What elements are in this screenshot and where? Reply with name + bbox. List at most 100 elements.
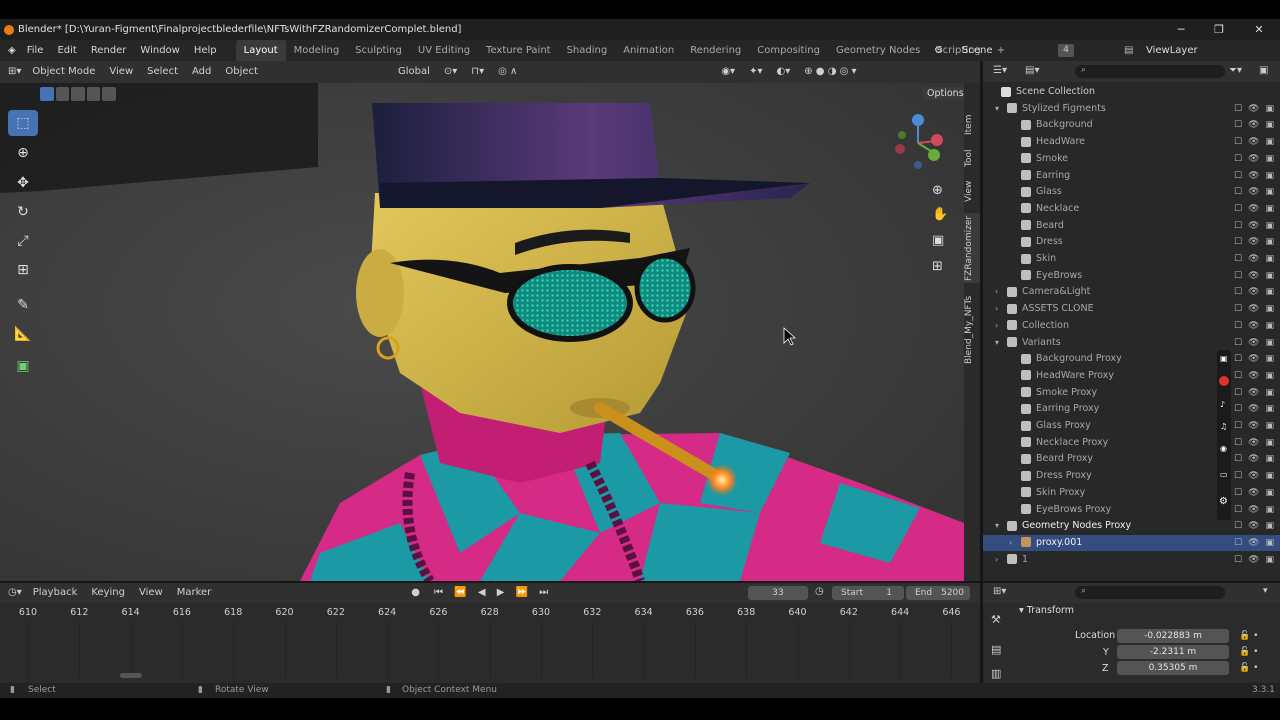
expand-toggle-icon[interactable]: ›: [995, 284, 998, 300]
camera-render-icon[interactable]: ▣: [1265, 552, 1274, 568]
render-tab-icon[interactable]: ▤: [991, 643, 1001, 656]
minimize-button[interactable]: ─: [1162, 19, 1200, 40]
properties-editor-icon[interactable]: ⊞▾: [993, 586, 1006, 597]
expand-toggle-icon[interactable]: ›: [995, 552, 998, 568]
location-x-field[interactable]: -0.022883 m: [1117, 629, 1229, 643]
tab-fzrandomizer[interactable]: FZRandomizer: [964, 213, 980, 283]
camera-render-icon[interactable]: ▣: [1265, 468, 1274, 484]
auto-keying-icon[interactable]: ●: [404, 582, 427, 604]
camera-render-icon[interactable]: ▣: [1265, 318, 1274, 334]
close-button[interactable]: ✕: [1240, 19, 1278, 40]
recorder-screen-icon[interactable]: ▭: [1220, 470, 1228, 479]
eye-icon[interactable]: 👁: [1248, 101, 1259, 117]
measure-tool-icon[interactable]: 📐: [8, 321, 38, 347]
scene-name[interactable]: Scene: [962, 40, 993, 61]
eye-icon[interactable]: 👁: [1248, 385, 1259, 401]
object-menu[interactable]: Object: [218, 61, 265, 83]
exclude-checkbox-icon[interactable]: ☐: [1234, 468, 1242, 484]
recorder-audio-icon[interactable]: ♫: [1220, 422, 1227, 431]
transform-orientation-dropdown[interactable]: Global: [391, 61, 437, 83]
outliner-row[interactable]: Dress ☐ 👁 ▣: [983, 234, 1280, 250]
camera-render-icon[interactable]: ▣: [1265, 284, 1274, 300]
tab-geometry-nodes[interactable]: Geometry Nodes: [828, 40, 928, 61]
maximize-button[interactable]: ❐: [1200, 19, 1238, 40]
tab-tool[interactable]: Tool: [964, 145, 980, 171]
exclude-checkbox-icon[interactable]: ☐: [1234, 184, 1242, 200]
exclude-checkbox-icon[interactable]: ☐: [1234, 101, 1242, 117]
menu-file[interactable]: File: [20, 40, 51, 61]
eye-icon[interactable]: 👁: [1248, 351, 1259, 367]
eye-icon[interactable]: 👁: [1248, 301, 1259, 317]
outliner-row[interactable]: › proxy.001 ☐ 👁 ▣: [983, 534, 1280, 551]
eye-icon[interactable]: 👁: [1248, 284, 1259, 300]
exclude-checkbox-icon[interactable]: ☐: [1234, 117, 1242, 133]
blender-menu-icon[interactable]: ◈: [0, 40, 20, 61]
camera-render-icon[interactable]: ▣: [1265, 401, 1274, 417]
viewlayer-icon[interactable]: ▤: [1124, 40, 1133, 61]
camera-view-icon[interactable]: ▣: [932, 233, 944, 248]
cursor-tool-icon[interactable]: ⊕: [8, 140, 38, 166]
eye-icon[interactable]: 👁: [1248, 151, 1259, 167]
expand-toggle-icon[interactable]: ›: [995, 301, 998, 317]
snap-icon[interactable]: ⊓▾: [464, 61, 491, 83]
tab-view[interactable]: View: [964, 177, 980, 205]
viewlayer-name[interactable]: ViewLayer: [1146, 40, 1198, 61]
menu-edit[interactable]: Edit: [50, 40, 83, 61]
camera-render-icon[interactable]: ▣: [1265, 268, 1274, 284]
outliner-row[interactable]: Background ☐ 👁 ▣: [983, 117, 1280, 133]
outliner-row[interactable]: Dress Proxy ☐ 👁 ▣: [983, 468, 1280, 484]
move-tool-icon[interactable]: ✥: [8, 170, 38, 196]
outliner-row[interactable]: › Camera&Light ☐ 👁 ▣: [983, 284, 1280, 300]
lock-x-icon[interactable]: 🔓 •: [1239, 631, 1258, 641]
eye-icon[interactable]: 👁: [1248, 168, 1259, 184]
eye-icon[interactable]: 👁: [1248, 535, 1259, 551]
exclude-checkbox-icon[interactable]: ☐: [1234, 435, 1242, 451]
lock-y-icon[interactable]: 🔓 •: [1239, 647, 1258, 657]
view-menu[interactable]: View: [102, 61, 140, 83]
eye-icon[interactable]: 👁: [1248, 335, 1259, 351]
exclude-checkbox-icon[interactable]: ☐: [1234, 401, 1242, 417]
eye-icon[interactable]: 👁: [1248, 134, 1259, 150]
camera-render-icon[interactable]: ▣: [1265, 301, 1274, 317]
timeline-editor-icon[interactable]: ◷▾: [0, 582, 26, 604]
eye-icon[interactable]: 👁: [1248, 184, 1259, 200]
properties-search-icon[interactable]: ⌕: [1075, 586, 1225, 599]
tab-shading[interactable]: Shading: [559, 40, 616, 61]
exclude-checkbox-icon[interactable]: ☐: [1234, 234, 1242, 250]
exclude-checkbox-icon[interactable]: ☐: [1234, 168, 1242, 184]
zoom-icon[interactable]: ⊕: [932, 183, 943, 198]
scene-icon[interactable]: ⚙: [934, 40, 943, 61]
outliner-row[interactable]: Background Proxy ☐ 👁 ▣: [983, 351, 1280, 367]
outliner-row[interactable]: Earring ☐ 👁 ▣: [983, 168, 1280, 184]
expand-toggle-icon[interactable]: ▾: [995, 518, 999, 534]
outliner-row[interactable]: HeadWare Proxy ☐ 👁 ▣: [983, 368, 1280, 384]
object-mode-dropdown[interactable]: Object Mode: [25, 61, 102, 83]
location-y-field[interactable]: -2.2311 m: [1117, 645, 1229, 659]
tab-compositing[interactable]: Compositing: [749, 40, 828, 61]
proportional-edit-icon[interactable]: ◎ ∧: [491, 61, 524, 83]
exclude-checkbox-icon[interactable]: ☐: [1234, 284, 1242, 300]
tab-modeling[interactable]: Modeling: [286, 40, 348, 61]
annotate-tool-icon[interactable]: ✎: [8, 292, 38, 318]
outliner-row[interactable]: Beard ☐ 👁 ▣: [983, 218, 1280, 234]
outliner-row[interactable]: Skin ☐ 👁 ▣: [983, 251, 1280, 267]
end-frame-field[interactable]: End 5200: [906, 586, 970, 600]
camera-render-icon[interactable]: ▣: [1265, 335, 1274, 351]
eye-icon[interactable]: 👁: [1248, 234, 1259, 250]
marker-menu[interactable]: Marker: [170, 582, 219, 604]
camera-render-icon[interactable]: ▣: [1265, 518, 1274, 534]
select-box-tool-icon[interactable]: ⬚: [8, 110, 38, 136]
timeline-view-menu[interactable]: View: [132, 582, 170, 604]
select-extend-icon[interactable]: [55, 87, 70, 101]
exclude-checkbox-icon[interactable]: ☐: [1234, 451, 1242, 467]
tab-layout[interactable]: Layout: [235, 40, 286, 61]
select-new-icon[interactable]: [40, 87, 54, 101]
add-cube-tool-icon[interactable]: ▣: [8, 353, 38, 379]
location-z-field[interactable]: 0.35305 m: [1117, 661, 1229, 675]
menu-help[interactable]: Help: [187, 40, 224, 61]
exclude-checkbox-icon[interactable]: ☐: [1234, 318, 1242, 334]
tool-tab-icon[interactable]: ⚒: [991, 613, 1001, 626]
eye-icon[interactable]: 👁: [1248, 418, 1259, 434]
select-subtract-icon[interactable]: [71, 87, 85, 101]
camera-render-icon[interactable]: ▣: [1265, 535, 1274, 551]
